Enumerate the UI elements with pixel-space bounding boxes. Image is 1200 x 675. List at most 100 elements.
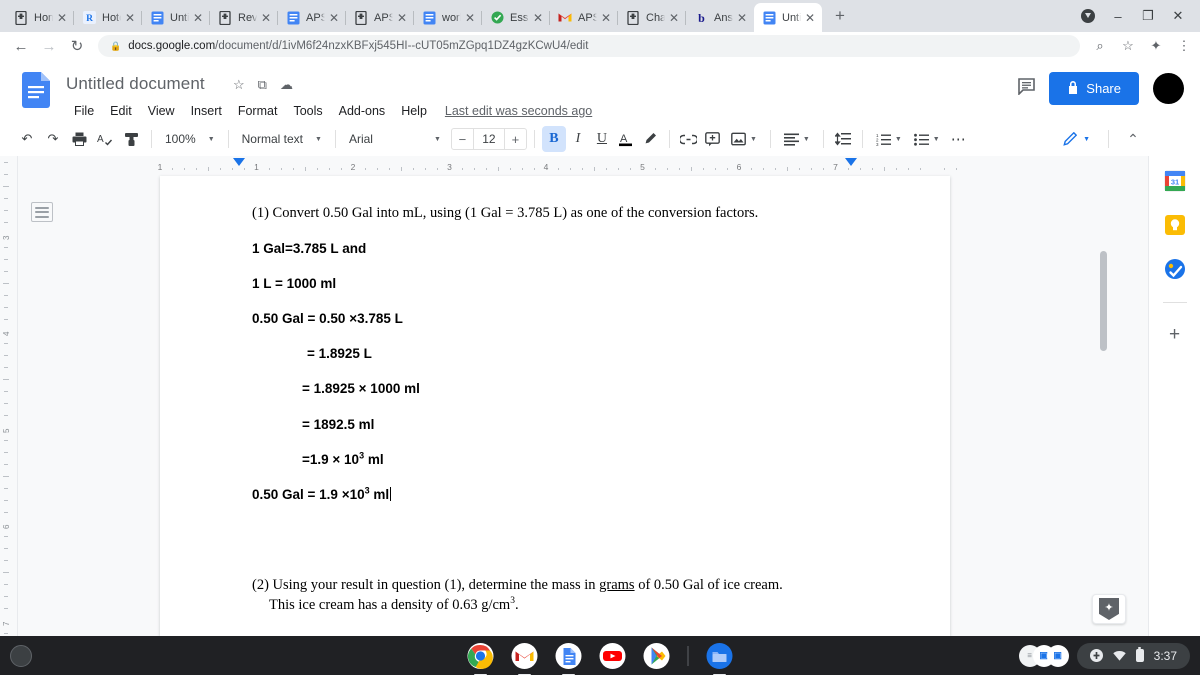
google-keep-icon[interactable] <box>1164 214 1186 236</box>
tab-close-icon[interactable]: ✕ <box>191 11 205 25</box>
work-line[interactable]: =1.9 × 103 ml <box>302 451 852 468</box>
work-line[interactable]: 1 L = 1000 ml <box>252 276 852 292</box>
tab-close-icon[interactable]: ✕ <box>463 11 477 25</box>
bulleted-list-dropdown[interactable]: ▼ <box>908 126 946 152</box>
tab-close-icon[interactable]: ✕ <box>327 11 341 25</box>
menu-insert[interactable]: Insert <box>183 102 230 120</box>
align-dropdown[interactable]: ▼ <box>778 126 816 152</box>
menu-file[interactable]: File <box>66 102 102 120</box>
font-size-stepper[interactable]: − 12 + <box>450 128 527 150</box>
horizontal-ruler[interactable]: 1 1 2 3 4 5 6 7 <box>140 156 970 176</box>
browser-tab[interactable]: Untitl✕ <box>141 3 210 32</box>
work-line[interactable]: 1 Gal=3.785 L and <box>252 241 852 257</box>
vertical-ruler[interactable]: 3 4 5 6 7 <box>0 156 18 636</box>
menu-view[interactable]: View <box>140 102 183 120</box>
insert-link-icon[interactable] <box>677 126 701 152</box>
gmail-icon[interactable] <box>511 642 538 675</box>
profile-status-icon[interactable] <box>1080 8 1096 24</box>
explore-button[interactable]: ✦ <box>1092 594 1126 624</box>
insert-image-dropdown[interactable]: ▼ <box>725 126 763 152</box>
browser-tab[interactable]: Review✕ <box>209 3 278 32</box>
print-icon[interactable] <box>66 126 92 152</box>
browser-tab[interactable]: APS A✕ <box>549 3 618 32</box>
menu-format[interactable]: Format <box>230 102 286 120</box>
document-outline-icon[interactable] <box>31 202 53 222</box>
menu-tools[interactable]: Tools <box>285 102 330 120</box>
browser-tab[interactable]: Home✕ <box>6 3 74 32</box>
document-title[interactable]: Untitled document <box>66 74 205 94</box>
launcher-button[interactable] <box>10 644 32 667</box>
tab-close-icon[interactable]: ✕ <box>123 11 137 25</box>
tab-close-icon[interactable]: ✕ <box>531 11 545 25</box>
paint-format-icon[interactable] <box>118 126 144 152</box>
underline-button[interactable]: U <box>590 126 614 152</box>
extensions-icon[interactable]: ✦ <box>1148 38 1164 54</box>
redo-icon[interactable]: ↷ <box>40 126 66 152</box>
browser-tab[interactable]: works✕ <box>413 3 482 32</box>
download-stack[interactable]: ☰ ▣ ▣ <box>1018 643 1069 669</box>
search-icon[interactable]: ⌕ <box>1092 38 1108 54</box>
tab-close-icon[interactable]: ✕ <box>667 11 681 25</box>
forward-button[interactable]: → <box>36 33 62 59</box>
move-to-folder-icon[interactable]: ⧉ <box>258 77 267 93</box>
tab-close-icon[interactable]: ✕ <box>395 11 409 25</box>
back-button[interactable]: ← <box>8 33 34 59</box>
numbered-list-dropdown[interactable]: 123 ▼ <box>870 126 908 152</box>
comment-history-icon[interactable] <box>1018 77 1036 100</box>
maximize-button[interactable]: ❐ <box>1140 8 1156 24</box>
minimize-button[interactable]: – <box>1110 8 1126 24</box>
work-line[interactable]: = 1.8925 L <box>307 346 852 362</box>
close-window-button[interactable]: ✕ <box>1170 8 1186 24</box>
tab-close-icon[interactable]: ✕ <box>599 11 613 25</box>
youtube-icon[interactable] <box>599 642 626 669</box>
browser-tab[interactable]: Untitl✕ <box>754 3 822 32</box>
vertical-scrollbar[interactable] <box>1100 251 1107 351</box>
browser-tab[interactable]: Chapt✕ <box>617 3 686 32</box>
avatar[interactable] <box>1153 73 1184 104</box>
font-family-dropdown[interactable]: Arial ▼ <box>343 126 447 152</box>
document-body[interactable]: (1) Convert 0.50 Gal into mL, using (1 G… <box>252 204 852 615</box>
text-color-button[interactable]: A <box>614 126 638 152</box>
italic-button[interactable]: I <box>566 126 590 152</box>
highlight-pen-icon[interactable] <box>638 126 662 152</box>
google-tasks-icon[interactable] <box>1164 258 1186 280</box>
google-calendar-icon[interactable]: 31 <box>1164 170 1186 192</box>
files-icon[interactable] <box>706 642 733 675</box>
bold-button[interactable]: B <box>541 126 566 152</box>
work-line[interactable]: = 1892.5 ml <box>302 417 852 433</box>
system-tray[interactable]: ☰ ▣ ▣ 3:37 <box>1018 642 1190 669</box>
zoom-dropdown[interactable]: 100% ▼ <box>159 126 221 152</box>
browser-tab[interactable]: APS_✕ <box>277 3 346 32</box>
font-size-value[interactable]: 12 <box>472 129 505 149</box>
misspelled-word[interactable]: grams <box>599 577 634 593</box>
share-button[interactable]: Share <box>1049 72 1139 105</box>
star-icon[interactable]: ☆ <box>233 77 245 93</box>
menu-help[interactable]: Help <box>393 102 435 120</box>
more-options-icon[interactable]: ⋯ <box>946 126 972 152</box>
menu-add-ons[interactable]: Add-ons <box>331 102 394 120</box>
browser-tab[interactable]: R Hotel✕ <box>73 3 142 32</box>
new-tab-button[interactable]: + <box>826 2 854 30</box>
left-indent-marker[interactable] <box>233 158 245 170</box>
editing-mode-dropdown[interactable]: ▼ <box>1055 128 1097 150</box>
collapse-toolbar-icon[interactable]: ⌃ <box>1120 126 1146 152</box>
status-area[interactable]: 3:37 <box>1076 642 1190 669</box>
tab-close-icon[interactable]: ✕ <box>259 11 273 25</box>
add-app-button[interactable]: + <box>1169 325 1180 344</box>
work-line[interactable]: 0.50 Gal = 0.50 ×3.785 L <box>252 311 852 327</box>
document-page[interactable]: (1) Convert 0.50 Gal into mL, using (1 G… <box>160 176 950 636</box>
spellcheck-icon[interactable]: A <box>92 126 118 152</box>
right-indent-marker[interactable] <box>845 158 857 170</box>
tab-close-icon[interactable]: ✕ <box>55 11 69 25</box>
work-line[interactable]: 0.50 Gal = 1.9 ×103 ml <box>252 486 852 503</box>
browser-tab[interactable]: APS (✕ <box>345 3 414 32</box>
font-size-decrease[interactable]: − <box>452 132 473 147</box>
work-line[interactable]: = 1.8925 × 1000 ml <box>302 381 852 397</box>
address-bar[interactable]: 🔒 docs.google.com/document/d/1ivM6f24nzx… <box>98 35 1080 57</box>
insert-comment-icon[interactable] <box>701 126 725 152</box>
line-spacing-icon[interactable] <box>831 126 855 152</box>
bookmark-star-icon[interactable]: ☆ <box>1120 38 1136 54</box>
chrome-icon[interactable] <box>467 642 494 675</box>
menu-edit[interactable]: Edit <box>102 102 140 120</box>
download-item[interactable]: ▣ <box>1046 644 1069 667</box>
